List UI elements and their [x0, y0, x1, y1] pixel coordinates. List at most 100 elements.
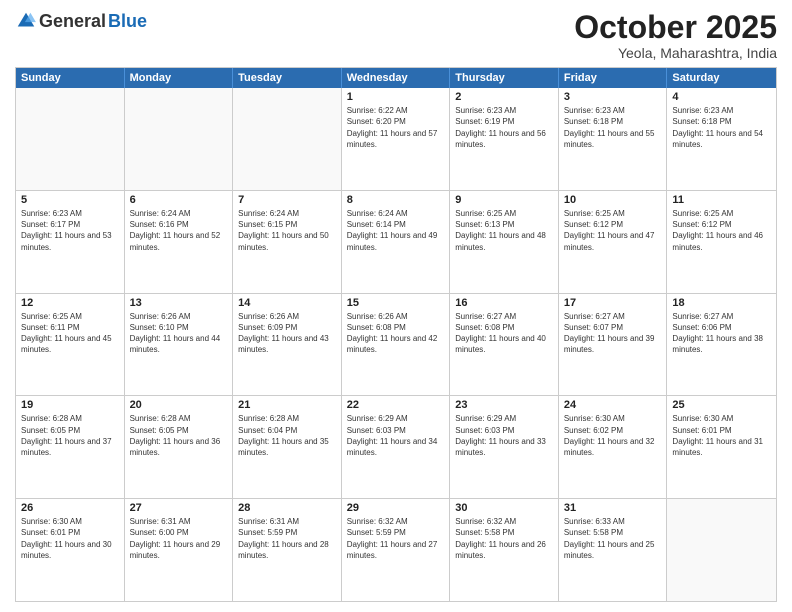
cell-info-20: Sunrise: 6:28 AM Sunset: 6:05 PM Dayligh… [130, 413, 228, 458]
cal-cell-3-5: 24 Sunrise: 6:30 AM Sunset: 6:02 PM Dayli… [559, 396, 668, 498]
day-number-20: 20 [130, 399, 228, 411]
calendar: Sunday Monday Tuesday Wednesday Thursday… [15, 67, 777, 602]
day-number-9: 9 [455, 194, 553, 206]
cal-cell-4-2: 28Sunrise: 6:31 AM Sunset: 5:59 PM Dayli… [233, 499, 342, 601]
cal-cell-1-3: 8 Sunrise: 6:24 AM Sunset: 6:14 PM Daylig… [342, 191, 451, 293]
cell-info-23: Sunrise: 6:29 AM Sunset: 6:03 PM Dayligh… [455, 413, 553, 458]
cell-info-15: Sunrise: 6:26 AM Sunset: 6:08 PM Dayligh… [347, 311, 445, 356]
cell-info-19: Sunrise: 6:28 AM Sunset: 6:05 PM Dayligh… [21, 413, 119, 458]
cell-info-22: Sunrise: 6:29 AM Sunset: 6:03 PM Dayligh… [347, 413, 445, 458]
day-number-21: 21 [238, 399, 336, 411]
cell-info-4: Sunrise: 6:23 AM Sunset: 6:18 PM Dayligh… [672, 105, 771, 150]
day-number-23: 23 [455, 399, 553, 411]
cell-info-6: Sunrise: 6:24 AM Sunset: 6:16 PM Dayligh… [130, 208, 228, 253]
cell-info-21: Sunrise: 6:28 AM Sunset: 6:04 PM Dayligh… [238, 413, 336, 458]
day-number-13: 13 [130, 297, 228, 309]
cal-row-1: 5 Sunrise: 6:23 AM Sunset: 6:17 PM Daylig… [16, 191, 776, 294]
cal-cell-4-4: 30Sunrise: 6:32 AM Sunset: 5:58 PM Dayli… [450, 499, 559, 601]
cell-info-8: Sunrise: 6:24 AM Sunset: 6:14 PM Dayligh… [347, 208, 445, 253]
cell-info-24: Sunrise: 6:30 AM Sunset: 6:02 PM Dayligh… [564, 413, 662, 458]
cal-cell-4-6 [667, 499, 776, 601]
day-number-14: 14 [238, 297, 336, 309]
cal-cell-4-5: 31 Sunrise: 6:33 AM Sunset: 5:58 PM Dayli… [559, 499, 668, 601]
cell-info-16: Sunrise: 6:27 AM Sunset: 6:08 PM Dayligh… [455, 311, 553, 356]
day-number-19: 19 [21, 399, 119, 411]
logo-icon [15, 10, 37, 32]
cal-cell-0-3: 1Sunrise: 6:22 AM Sunset: 6:20 PM Daylig… [342, 88, 451, 190]
cal-cell-1-6: 11 Sunrise: 6:25 AM Sunset: 6:12 PM Dayli… [667, 191, 776, 293]
header-thursday: Thursday [450, 68, 559, 88]
logo-area: General Blue [15, 10, 147, 32]
cal-cell-2-3: 15Sunrise: 6:26 AM Sunset: 6:08 PM Dayli… [342, 294, 451, 396]
day-number-3: 3 [564, 91, 662, 103]
day-number-26: 26 [21, 502, 119, 514]
cell-info-30: Sunrise: 6:32 AM Sunset: 5:58 PM Dayligh… [455, 516, 553, 561]
page: General Blue October 2025 Yeola, Maharas… [0, 0, 792, 612]
cal-cell-2-5: 17 Sunrise: 6:27 AM Sunset: 6:07 PM Dayli… [559, 294, 668, 396]
day-number-16: 16 [455, 297, 553, 309]
cal-cell-3-6: 25Sunrise: 6:30 AM Sunset: 6:01 PM Dayli… [667, 396, 776, 498]
day-number-24: 24 [564, 399, 662, 411]
cal-cell-1-0: 5 Sunrise: 6:23 AM Sunset: 6:17 PM Daylig… [16, 191, 125, 293]
cal-cell-3-1: 20 Sunrise: 6:28 AM Sunset: 6:05 PM Dayli… [125, 396, 234, 498]
cell-info-2: Sunrise: 6:23 AM Sunset: 6:19 PM Dayligh… [455, 105, 553, 150]
cal-cell-4-0: 26 Sunrise: 6:30 AM Sunset: 6:01 PM Dayli… [16, 499, 125, 601]
cell-info-25: Sunrise: 6:30 AM Sunset: 6:01 PM Dayligh… [672, 413, 771, 458]
header-tuesday: Tuesday [233, 68, 342, 88]
location-title: Yeola, Maharashtra, India [574, 45, 777, 61]
cell-info-31: Sunrise: 6:33 AM Sunset: 5:58 PM Dayligh… [564, 516, 662, 561]
cell-info-3: Sunrise: 6:23 AM Sunset: 6:18 PM Dayligh… [564, 105, 662, 150]
header-monday: Monday [125, 68, 234, 88]
header-wednesday: Wednesday [342, 68, 451, 88]
cal-cell-0-1 [125, 88, 234, 190]
cal-cell-3-4: 23 Sunrise: 6:29 AM Sunset: 6:03 PM Dayli… [450, 396, 559, 498]
day-number-12: 12 [21, 297, 119, 309]
cell-info-29: Sunrise: 6:32 AM Sunset: 5:59 PM Dayligh… [347, 516, 445, 561]
cell-info-18: Sunrise: 6:27 AM Sunset: 6:06 PM Dayligh… [672, 311, 771, 356]
cal-cell-2-0: 12Sunrise: 6:25 AM Sunset: 6:11 PM Dayli… [16, 294, 125, 396]
day-number-11: 11 [672, 194, 771, 206]
cell-info-27: Sunrise: 6:31 AM Sunset: 6:00 PM Dayligh… [130, 516, 228, 561]
cal-cell-0-5: 3 Sunrise: 6:23 AM Sunset: 6:18 PM Daylig… [559, 88, 668, 190]
cell-info-26: Sunrise: 6:30 AM Sunset: 6:01 PM Dayligh… [21, 516, 119, 561]
day-number-2: 2 [455, 91, 553, 103]
day-number-31: 31 [564, 502, 662, 514]
cal-row-3: 19 Sunrise: 6:28 AM Sunset: 6:05 PM Dayli… [16, 396, 776, 499]
cell-info-10: Sunrise: 6:25 AM Sunset: 6:12 PM Dayligh… [564, 208, 662, 253]
logo-general: General [39, 11, 106, 32]
day-number-5: 5 [21, 194, 119, 206]
cal-cell-0-6: 4Sunrise: 6:23 AM Sunset: 6:18 PM Daylig… [667, 88, 776, 190]
day-number-8: 8 [347, 194, 445, 206]
logo-blue: Blue [108, 11, 147, 32]
cell-info-7: Sunrise: 6:24 AM Sunset: 6:15 PM Dayligh… [238, 208, 336, 253]
cal-cell-1-4: 9Sunrise: 6:25 AM Sunset: 6:13 PM Daylig… [450, 191, 559, 293]
header-saturday: Saturday [667, 68, 776, 88]
day-number-29: 29 [347, 502, 445, 514]
month-title: October 2025 [574, 10, 777, 45]
cell-info-17: Sunrise: 6:27 AM Sunset: 6:07 PM Dayligh… [564, 311, 662, 356]
cal-row-4: 26 Sunrise: 6:30 AM Sunset: 6:01 PM Dayli… [16, 499, 776, 601]
day-number-27: 27 [130, 502, 228, 514]
cal-cell-1-5: 10 Sunrise: 6:25 AM Sunset: 6:12 PM Dayli… [559, 191, 668, 293]
day-number-6: 6 [130, 194, 228, 206]
cell-info-5: Sunrise: 6:23 AM Sunset: 6:17 PM Dayligh… [21, 208, 119, 253]
day-number-22: 22 [347, 399, 445, 411]
cell-info-11: Sunrise: 6:25 AM Sunset: 6:12 PM Dayligh… [672, 208, 771, 253]
cal-cell-3-2: 21 Sunrise: 6:28 AM Sunset: 6:04 PM Dayli… [233, 396, 342, 498]
day-number-18: 18 [672, 297, 771, 309]
day-number-7: 7 [238, 194, 336, 206]
cal-cell-2-1: 13Sunrise: 6:26 AM Sunset: 6:10 PM Dayli… [125, 294, 234, 396]
cal-row-2: 12Sunrise: 6:25 AM Sunset: 6:11 PM Dayli… [16, 294, 776, 397]
cell-info-1: Sunrise: 6:22 AM Sunset: 6:20 PM Dayligh… [347, 105, 445, 150]
header-friday: Friday [559, 68, 668, 88]
cal-cell-1-2: 7 Sunrise: 6:24 AM Sunset: 6:15 PM Daylig… [233, 191, 342, 293]
header-sunday: Sunday [16, 68, 125, 88]
cal-row-0: 1Sunrise: 6:22 AM Sunset: 6:20 PM Daylig… [16, 88, 776, 191]
day-number-10: 10 [564, 194, 662, 206]
header: General Blue October 2025 Yeola, Maharas… [15, 10, 777, 61]
day-number-17: 17 [564, 297, 662, 309]
cal-cell-2-2: 14Sunrise: 6:26 AM Sunset: 6:09 PM Dayli… [233, 294, 342, 396]
logo: General Blue [15, 10, 147, 32]
cal-cell-3-3: 22 Sunrise: 6:29 AM Sunset: 6:03 PM Dayli… [342, 396, 451, 498]
cal-cell-0-4: 2 Sunrise: 6:23 AM Sunset: 6:19 PM Daylig… [450, 88, 559, 190]
